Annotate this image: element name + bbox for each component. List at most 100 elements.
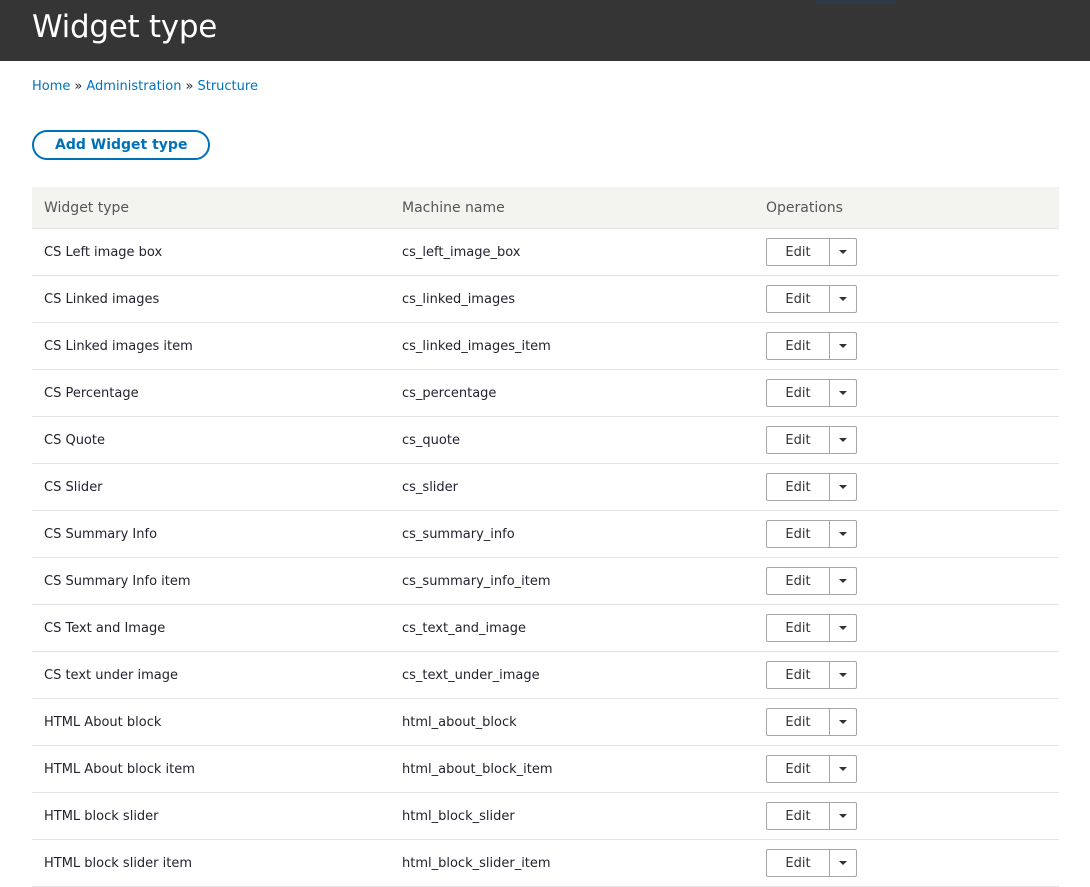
operations-cell: Edit	[754, 839, 1059, 887]
widget-type-label: CS Text and Image	[32, 604, 390, 652]
caret-down-icon	[839, 767, 847, 771]
widget-type-label: CS Summary Info item	[32, 557, 390, 605]
operations-toggle-button[interactable]	[830, 803, 856, 829]
page-title: Widget type	[32, 9, 217, 45]
operations-toggle-button[interactable]	[830, 709, 856, 735]
widget-type-table: Widget type Machine name Operations CS L…	[32, 187, 1059, 887]
operations-cell: Edit	[754, 651, 1059, 699]
operations-cell: Edit	[754, 416, 1059, 464]
machine-name: cs_text_and_image	[390, 604, 754, 652]
operations-toggle-button[interactable]	[830, 615, 856, 641]
operations-cell: Edit	[754, 322, 1059, 370]
table-row: HTML block slider html_block_slider Edit	[32, 792, 1059, 840]
machine-name: cs_text_under_image	[390, 651, 754, 699]
operations-cell: Edit	[754, 557, 1059, 605]
table-body: CS Left image box cs_left_image_box Edit CS…	[32, 228, 1059, 887]
operations-cell: Edit	[754, 792, 1059, 840]
caret-down-icon	[839, 532, 847, 536]
operations-cell: Edit	[754, 698, 1059, 746]
caret-down-icon	[839, 391, 847, 395]
column-header-widget-type: Widget type	[32, 187, 390, 229]
operations-toggle-button[interactable]	[830, 427, 856, 453]
table-row: CS text under image cs_text_under_image Ed…	[32, 651, 1059, 699]
operations-toggle-button[interactable]	[830, 380, 856, 406]
table-row: CS Linked images item cs_linked_images_it…	[32, 322, 1059, 370]
widget-type-label: HTML block slider item	[32, 839, 390, 887]
table-row: CS Left image box cs_left_image_box Edit	[32, 228, 1059, 276]
operations-toggle-button[interactable]	[830, 474, 856, 500]
caret-down-icon	[839, 814, 847, 818]
table-header-row: Widget type Machine name Operations	[32, 187, 1059, 229]
edit-button[interactable]: Edit	[767, 709, 830, 735]
machine-name: html_block_slider	[390, 792, 754, 840]
edit-button[interactable]: Edit	[767, 286, 830, 312]
operations-toggle-button[interactable]	[830, 333, 856, 359]
machine-name: cs_linked_images	[390, 275, 754, 323]
machine-name: cs_quote	[390, 416, 754, 464]
column-header-operations: Operations	[754, 187, 1059, 229]
edit-button[interactable]: Edit	[767, 380, 830, 406]
widget-type-label: CS Slider	[32, 463, 390, 511]
operations-dropbutton: Edit	[766, 426, 857, 454]
operations-dropbutton: Edit	[766, 708, 857, 736]
operations-dropbutton: Edit	[766, 849, 857, 877]
operations-toggle-button[interactable]	[830, 662, 856, 688]
caret-down-icon	[839, 297, 847, 301]
caret-down-icon	[839, 861, 847, 865]
machine-name: cs_slider	[390, 463, 754, 511]
edit-button[interactable]: Edit	[767, 756, 830, 782]
breadcrumb-structure-link[interactable]: Structure	[197, 79, 257, 94]
operations-toggle-button[interactable]	[830, 521, 856, 547]
widget-type-label: CS text under image	[32, 651, 390, 699]
caret-down-icon	[839, 720, 847, 724]
table-row: CS Summary Info item cs_summary_info_item…	[32, 557, 1059, 605]
operations-dropbutton: Edit	[766, 332, 857, 360]
operations-toggle-button[interactable]	[830, 756, 856, 782]
table-row: CS Summary Info cs_summary_info Edit	[32, 510, 1059, 558]
edit-button[interactable]: Edit	[767, 615, 830, 641]
operations-dropbutton: Edit	[766, 755, 857, 783]
edit-button[interactable]: Edit	[767, 333, 830, 359]
table-row: HTML block slider item html_block_slider_…	[32, 839, 1059, 887]
edit-button[interactable]: Edit	[767, 568, 830, 594]
operations-toggle-button[interactable]	[830, 286, 856, 312]
operations-dropbutton: Edit	[766, 614, 857, 642]
operations-cell: Edit	[754, 228, 1059, 276]
machine-name: html_about_block_item	[390, 745, 754, 793]
breadcrumb-administration-link[interactable]: Administration	[86, 79, 181, 94]
caret-down-icon	[839, 438, 847, 442]
operations-cell: Edit	[754, 604, 1059, 652]
add-widget-type-button[interactable]: Add Widget type	[32, 130, 211, 160]
edit-button[interactable]: Edit	[767, 427, 830, 453]
machine-name: cs_summary_info_item	[390, 557, 754, 605]
operations-toggle-button[interactable]	[830, 568, 856, 594]
operations-dropbutton: Edit	[766, 661, 857, 689]
edit-button[interactable]: Edit	[767, 474, 830, 500]
widget-type-label: HTML block slider	[32, 792, 390, 840]
widget-type-label: CS Quote	[32, 416, 390, 464]
breadcrumb-home-link[interactable]: Home	[32, 79, 70, 94]
edit-button[interactable]: Edit	[767, 803, 830, 829]
widget-type-label: CS Summary Info	[32, 510, 390, 558]
header-accent-bar	[816, 0, 896, 4]
caret-down-icon	[839, 250, 847, 254]
edit-button[interactable]: Edit	[767, 850, 830, 876]
table-row: HTML About block html_about_block Edit	[32, 698, 1059, 746]
edit-button[interactable]: Edit	[767, 521, 830, 547]
caret-down-icon	[839, 485, 847, 489]
machine-name: cs_left_image_box	[390, 228, 754, 276]
widget-type-label: CS Linked images item	[32, 322, 390, 370]
operations-dropbutton: Edit	[766, 238, 857, 266]
operations-cell: Edit	[754, 745, 1059, 793]
widget-type-label: CS Linked images	[32, 275, 390, 323]
operations-toggle-button[interactable]	[830, 239, 856, 265]
machine-name: html_block_slider_item	[390, 839, 754, 887]
operations-cell: Edit	[754, 275, 1059, 323]
operations-toggle-button[interactable]	[830, 850, 856, 876]
operations-dropbutton: Edit	[766, 473, 857, 501]
edit-button[interactable]: Edit	[767, 662, 830, 688]
edit-button[interactable]: Edit	[767, 239, 830, 265]
table-row: CS Percentage cs_percentage Edit	[32, 369, 1059, 417]
machine-name: cs_summary_info	[390, 510, 754, 558]
machine-name: cs_linked_images_item	[390, 322, 754, 370]
